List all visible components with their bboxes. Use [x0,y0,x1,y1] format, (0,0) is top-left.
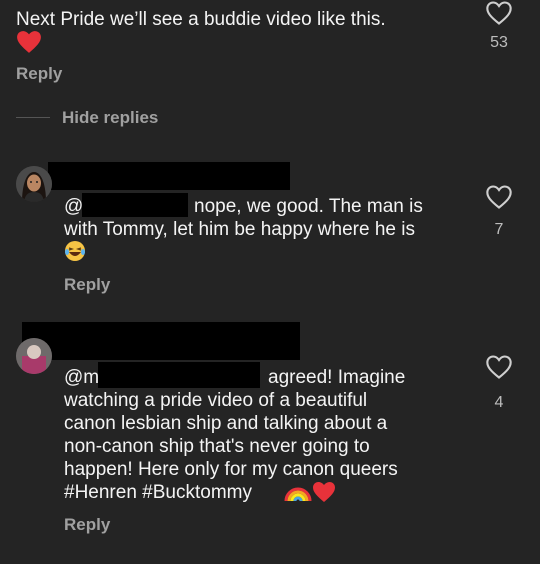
like-heart-icon[interactable] [485,0,513,26]
red-heart-emoji [17,31,41,53]
avatar[interactable] [16,338,52,374]
rainbow-emoji [284,487,312,502]
like-heart-icon[interactable] [485,184,513,210]
redacted-mention [82,193,188,217]
reply-button[interactable]: Reply [64,275,110,295]
reply-button[interactable]: Reply [64,515,110,535]
top-comment-text: Next Pride we’ll see a buddie video like… [16,9,386,30]
reply-text-line: canon lesbian ship and talking about a [64,413,388,434]
reply-text-line: agreed! Imagine [268,367,406,388]
reply-text-line: happen! Here only for my canon queers [64,459,398,480]
laughing-emoji [65,241,85,261]
hide-replies-button[interactable]: Hide replies [62,108,158,128]
like-count: 53 [490,34,508,51]
mention-prefix: @m [64,367,100,388]
reply-text-line: with Tommy, let him be happy where he is [64,219,415,240]
divider-line [16,117,50,118]
avatar[interactable] [16,166,52,202]
like-count: 4 [494,394,504,411]
red-heart-emoji [313,482,335,502]
redacted-username [48,162,290,190]
avatar-image [16,338,52,374]
reply-button[interactable]: Reply [16,64,62,84]
reply-text-line: watching a pride video of a beautiful [64,390,368,411]
reply-text-line: nope, we good. The man is [194,196,423,217]
redacted-username [22,322,300,360]
like-heart-icon[interactable] [485,354,513,380]
reply-text-line: non-canon ship that's never going to [64,436,370,457]
avatar-image [16,166,52,202]
like-count: 7 [494,221,504,238]
hashtags[interactable]: #Henren #Bucktommy [64,481,252,504]
redacted-mention [98,362,260,388]
